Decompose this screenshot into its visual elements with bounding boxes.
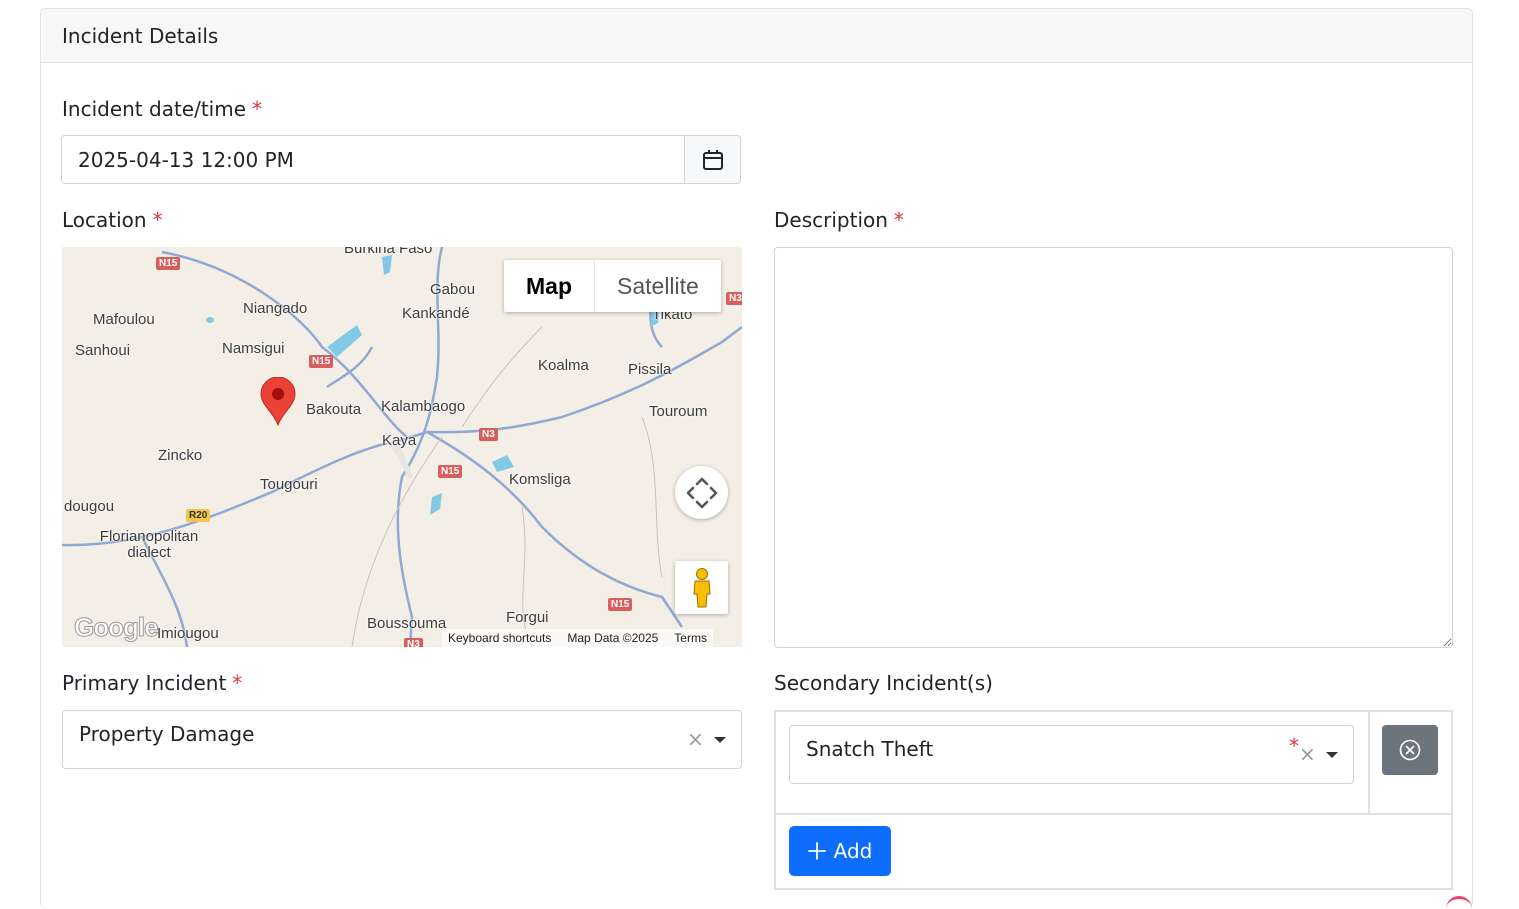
description-label: Description *: [774, 208, 904, 232]
road-shield: N15: [438, 465, 463, 478]
map-place-label: Tougouri: [260, 476, 318, 493]
map-place-label: Kankandé: [402, 305, 470, 322]
table-row: Snatch Theft * ×: [776, 712, 1451, 815]
map-place-label: Namsigui: [222, 340, 285, 357]
map-place-label: Bakouta: [306, 401, 362, 418]
add-secondary-incident-button[interactable]: Add: [789, 826, 891, 876]
secondary-incident-select[interactable]: Snatch Theft * ×: [789, 725, 1354, 784]
road-shield: N15: [608, 598, 633, 611]
camera-control-icon: [686, 477, 717, 508]
clear-icon[interactable]: ×: [687, 727, 704, 751]
map-place-label: Gabou: [430, 281, 476, 298]
chevron-down-icon[interactable]: [1326, 752, 1338, 758]
map-marker-icon[interactable]: [260, 377, 296, 427]
map-place-label: Zincko: [158, 447, 203, 464]
primary-incident-value: Property Damage: [79, 722, 255, 746]
road-shield: N15: [309, 355, 334, 368]
secondary-incidents-label: Secondary Incident(s): [774, 671, 993, 695]
map-place-label: Kaya: [382, 432, 417, 449]
street-view-pegman-button[interactable]: [675, 561, 728, 614]
map-place-label: Kalambaogo: [381, 398, 466, 415]
map-type-control: Map Satellite: [504, 260, 721, 312]
map-place-label: Pissila: [628, 361, 672, 378]
road-shield: N3: [726, 292, 742, 305]
datetime-input-group: [61, 135, 741, 184]
map-place-label: Sanhoui: [75, 342, 131, 359]
clear-icon[interactable]: ×: [1299, 742, 1316, 766]
map-place-label: dougou: [64, 498, 115, 515]
secondary-incidents-table: Snatch Theft * × Add: [774, 710, 1453, 890]
map-place-label: Niangado: [243, 300, 308, 317]
primary-incident-select[interactable]: Property Damage ×: [62, 710, 742, 769]
map-place-label: Boussouma: [367, 615, 447, 632]
remove-secondary-incident-button[interactable]: [1382, 725, 1438, 775]
chevron-down-icon[interactable]: [714, 737, 726, 743]
terms-link[interactable]: Terms: [674, 631, 707, 645]
location-label: Location *: [62, 208, 163, 232]
road-shield: N3: [404, 638, 423, 647]
keyboard-shortcuts-link[interactable]: Keyboard shortcuts: [448, 631, 551, 645]
description-textarea[interactable]: [774, 247, 1453, 648]
map-place-label: Touroum: [649, 403, 708, 420]
location-map[interactable]: Burkina Faso Gabou Niangado Kankandé Maf…: [62, 247, 742, 647]
primary-incident-label: Primary Incident *: [62, 671, 243, 695]
plus-icon: [807, 842, 826, 860]
secondary-incident-value: Snatch Theft: [806, 737, 934, 761]
calendar-icon: [702, 149, 723, 170]
card-title: Incident Details: [62, 23, 219, 48]
map-place-label: Mafoulou: [93, 311, 155, 328]
map-type-satellite-button[interactable]: Satellite: [594, 260, 721, 312]
google-logo: Google: [74, 612, 160, 643]
map-place-label: Forgui: [506, 609, 549, 626]
road-shield: N15: [156, 257, 181, 270]
add-button-label: Add: [833, 839, 873, 863]
road-shield: R20: [186, 509, 211, 522]
map-place-label: Komsliga: [509, 471, 571, 488]
map-footer: Keyboard shortcuts Map Data ©2025 Terms: [442, 629, 713, 647]
map-place-label: Florianopolitan dialect: [99, 528, 199, 561]
required-marker: *: [1289, 734, 1299, 758]
card-header: Incident Details: [41, 9, 1472, 63]
map-camera-control-button[interactable]: [675, 466, 728, 519]
map-place-label: Burkina Faso: [344, 247, 433, 257]
column-divider: [1368, 712, 1370, 813]
map-type-map-button[interactable]: Map: [504, 260, 594, 312]
map-data-attribution: Map Data ©2025: [567, 631, 659, 645]
calendar-button[interactable]: [685, 135, 741, 184]
map-place-label: Koalma: [538, 357, 589, 374]
road-shield: N3: [479, 428, 498, 441]
pegman-icon: [692, 567, 711, 607]
map-place-label: Imiougou: [157, 625, 219, 642]
incident-datetime-input[interactable]: [61, 135, 685, 184]
incident-datetime-label: Incident date/time *: [62, 97, 263, 121]
x-circle-icon: [1399, 739, 1421, 761]
